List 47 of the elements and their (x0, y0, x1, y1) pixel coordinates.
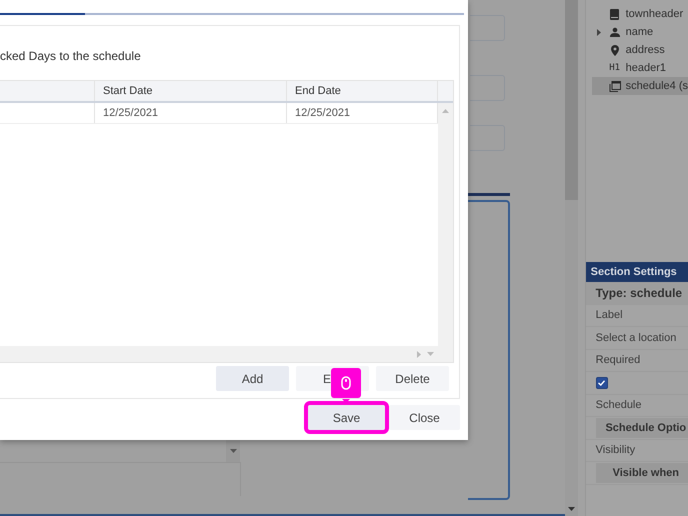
mouse-icon (341, 376, 351, 390)
person-icon (610, 27, 620, 37)
book-icon (610, 8, 620, 20)
setting-label: Required (594, 354, 640, 366)
action-button[interactable]: Add (216, 366, 289, 391)
vertical-scrollbar[interactable] (564, 0, 578, 516)
section-settings-header: Section Settings (586, 262, 688, 282)
location-pin-icon (610, 44, 619, 56)
vertical-scrollbar[interactable] (438, 103, 453, 362)
tree-item[interactable]: schedule4 (s (592, 77, 688, 95)
tree-item[interactable]: address (592, 41, 688, 59)
settings-button[interactable]: Visible when (596, 462, 688, 483)
action-button[interactable]: Delete (376, 366, 449, 391)
setting-label: Visibility (594, 444, 636, 456)
tree-item[interactable]: name (592, 23, 688, 41)
settings-button[interactable]: Schedule Optio (596, 418, 688, 438)
heading-icon: H1 (609, 63, 620, 73)
required-checkbox[interactable] (596, 376, 608, 389)
section-bar (468, 193, 510, 196)
instruction-text: cked Days to the schedule (0, 49, 142, 65)
close-button[interactable]: Close (389, 405, 460, 430)
form-field (470, 125, 505, 151)
tree-item[interactable]: townheader (592, 5, 688, 23)
scroll-up-icon[interactable] (442, 109, 449, 113)
scroll-down-icon[interactable] (568, 507, 575, 511)
scroll-right-icon[interactable] (417, 350, 421, 358)
caret-icon (230, 449, 236, 453)
horizontal-scrollbar[interactable] (0, 346, 438, 362)
form-field (470, 75, 505, 101)
setting-label: Schedule (594, 399, 642, 412)
column-header[interactable]: End Date (287, 81, 438, 101)
form-field (470, 15, 505, 41)
tree-item-label: header1 (626, 62, 666, 74)
expand-icon[interactable] (596, 28, 601, 36)
tree-item-label: name (626, 26, 654, 38)
type-heading: Type: schedule (586, 282, 688, 304)
tree-item[interactable]: H1 header1 (592, 59, 688, 77)
setting-label: Select a location (594, 332, 676, 344)
tree-item-label: address (626, 44, 665, 56)
column-header[interactable]: Start Date (95, 81, 287, 101)
calendar-icon (608, 80, 621, 92)
tree-item-label: townheader (626, 8, 684, 20)
tree-item-label: schedule4 (s (626, 80, 688, 92)
save-button[interactable]: Save (308, 405, 385, 430)
setting-label: Label (594, 309, 623, 322)
table-cell: 12/25/2021 (95, 103, 287, 123)
scrollbar-thumb[interactable] (564, 0, 578, 200)
